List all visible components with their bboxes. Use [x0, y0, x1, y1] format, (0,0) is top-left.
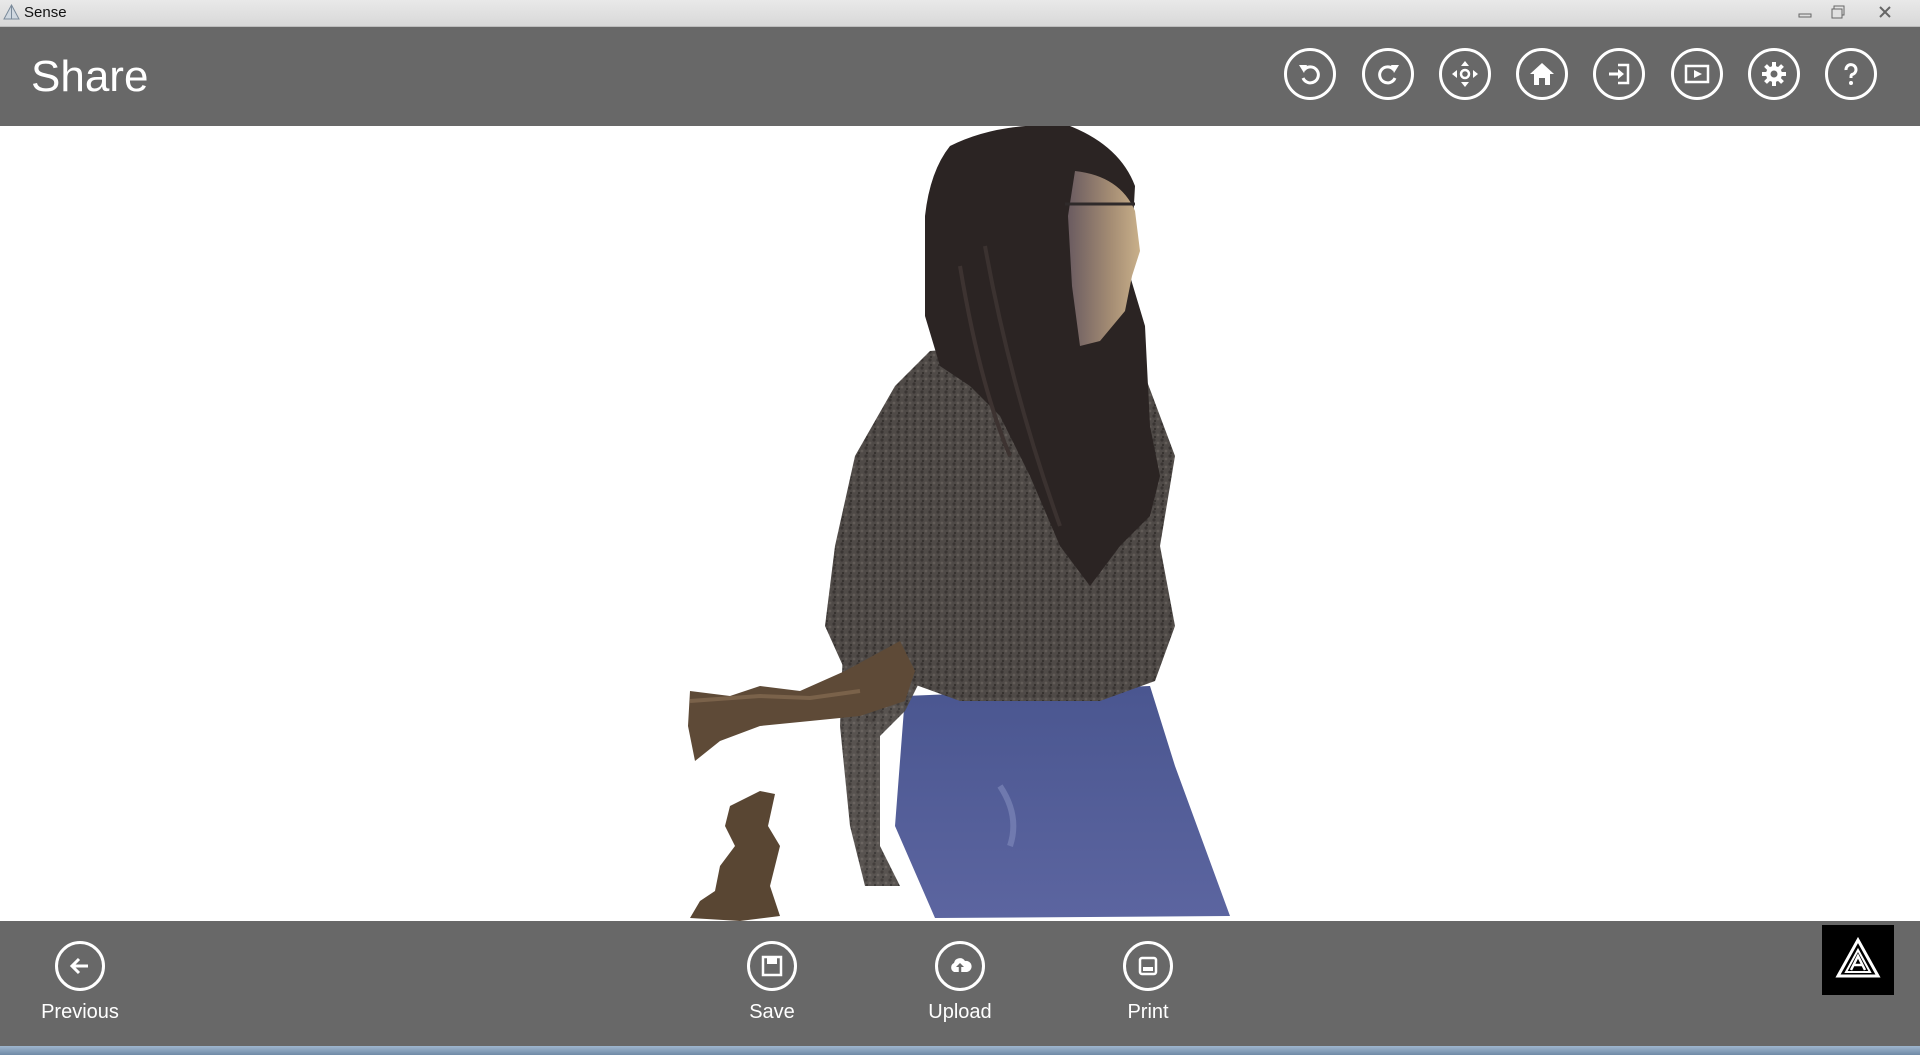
restore-icon: [1831, 5, 1845, 19]
upload-circle: [935, 941, 985, 991]
app-logo-icon: [3, 4, 20, 20]
app-header: Share: [0, 27, 1920, 126]
window-title-bar: Sense: [0, 0, 1920, 27]
previous-circle: [55, 941, 105, 991]
minimize-icon: [1798, 13, 1812, 18]
gear-icon: [1762, 62, 1786, 86]
close-icon: [1879, 6, 1891, 18]
bottom-app-bar: Previous Save Upload Print: [0, 921, 1920, 1046]
help-icon: [1844, 63, 1858, 85]
print-label: Print: [1127, 1001, 1169, 1023]
sign-in-button[interactable]: [1593, 48, 1645, 100]
move-button[interactable]: [1439, 48, 1491, 100]
close-button[interactable]: [1870, 1, 1900, 23]
settings-button[interactable]: [1748, 48, 1800, 100]
minimize-button[interactable]: [1790, 1, 1820, 23]
move-icon: [1452, 61, 1478, 87]
home-icon: [1530, 63, 1554, 85]
upload-label: Upload: [928, 1001, 992, 1023]
redo-button[interactable]: [1362, 48, 1414, 100]
model-viewport[interactable]: [0, 126, 1920, 921]
print-icon: [1138, 956, 1158, 976]
sign-in-icon: [1609, 63, 1630, 85]
home-button[interactable]: [1516, 48, 1568, 100]
scanned-person-model: [688, 126, 1230, 921]
page-title: Share: [31, 52, 149, 101]
arrow-left-icon: [69, 957, 88, 975]
save-label: Save: [749, 1001, 795, 1023]
save-button[interactable]: Save: [717, 941, 827, 1024]
previous-button[interactable]: Previous: [25, 941, 135, 1024]
undo-button[interactable]: [1284, 48, 1336, 100]
upload-button[interactable]: Upload: [905, 941, 1015, 1024]
cloud-upload-icon: [951, 958, 972, 973]
maximize-button[interactable]: [1823, 1, 1853, 23]
help-button[interactable]: [1825, 48, 1877, 100]
play-icon: [1684, 64, 1710, 84]
undo-icon: [1299, 65, 1320, 85]
play-button[interactable]: [1671, 48, 1723, 100]
print-circle: [1123, 941, 1173, 991]
save-circle: [747, 941, 797, 991]
floppy-disk-icon: [761, 955, 783, 977]
redo-icon: [1378, 65, 1399, 85]
window-title: Sense: [24, 4, 67, 21]
previous-label: Previous: [41, 1001, 119, 1023]
print-button[interactable]: Print: [1093, 941, 1203, 1024]
os-taskbar: [0, 1046, 1920, 1055]
brand-logo-icon: [1835, 936, 1881, 978]
brand-logo: [1822, 925, 1894, 995]
